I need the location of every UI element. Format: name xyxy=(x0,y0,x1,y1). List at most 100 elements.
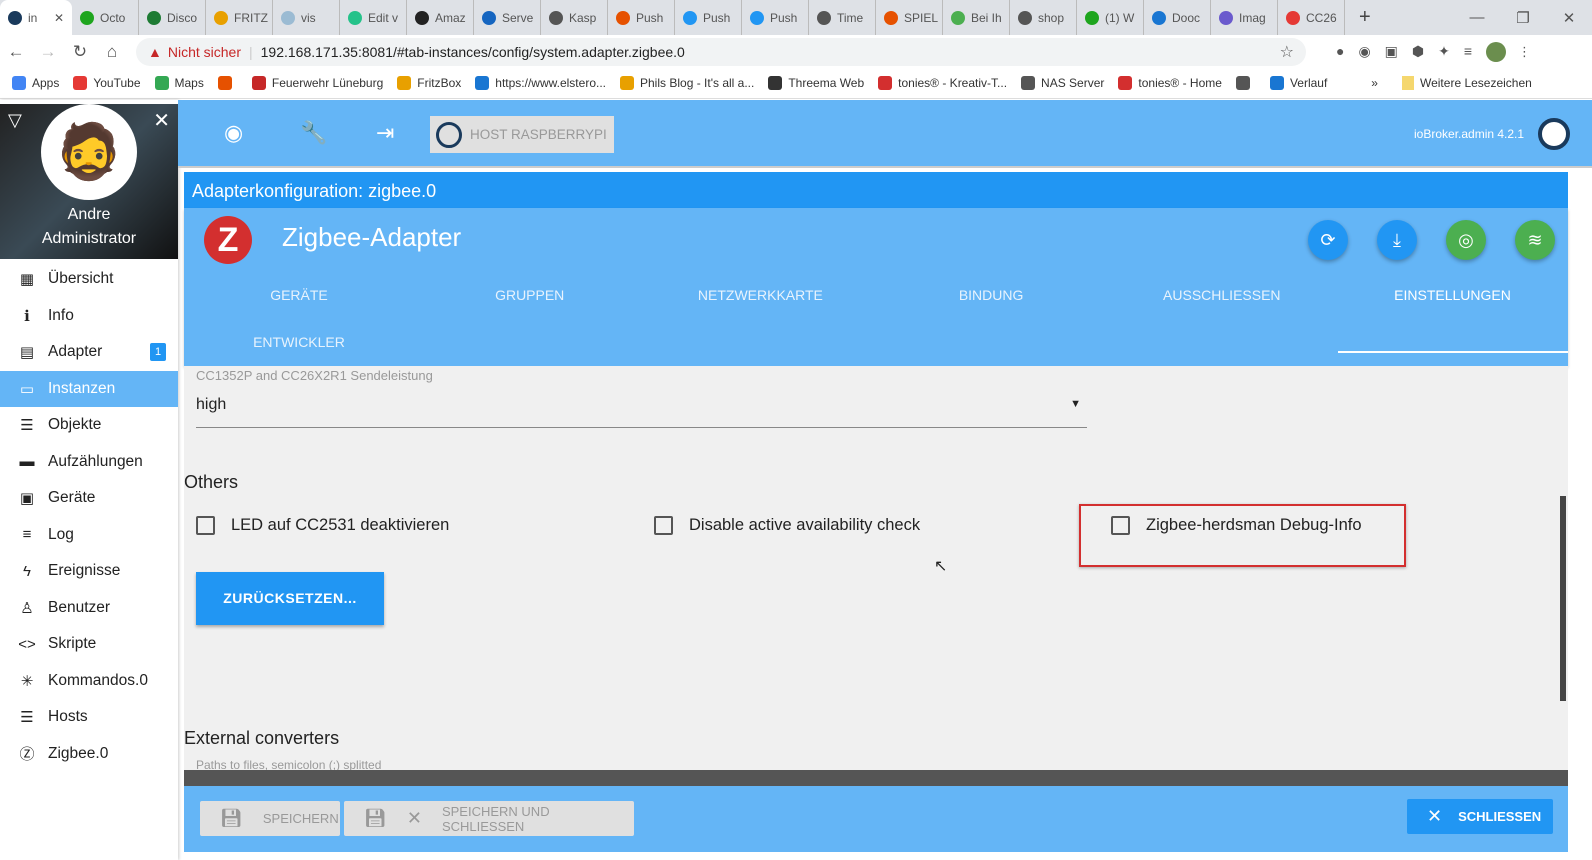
checkbox-availability[interactable]: Disable active availability check xyxy=(654,516,920,535)
scrollbar[interactable] xyxy=(1558,366,1568,770)
power-select[interactable]: high ▼ xyxy=(196,390,1087,428)
browser-tab[interactable]: Bei Ih xyxy=(943,0,1010,35)
close-button[interactable]: ✕ SCHLIESSEN xyxy=(1407,799,1553,834)
sidebar-item-label: Hosts xyxy=(48,708,88,726)
tab-entwickler[interactable]: ENTWICKLER xyxy=(184,334,414,350)
browser-tab[interactable]: vis xyxy=(273,0,340,35)
browser-tab[interactable]: Time xyxy=(809,0,876,35)
favicon-icon xyxy=(214,10,228,25)
sidebar-item-skripte[interactable]: <> Skripte xyxy=(0,626,178,663)
url-field[interactable]: ▲ Nicht sicher | 192.168.171.35:8081/#ta… xyxy=(136,37,1306,66)
browser-tab[interactable]: Edit v xyxy=(340,0,407,35)
browser-tab[interactable]: FRITZ xyxy=(206,0,273,35)
reload-icon[interactable]: ↻ xyxy=(64,42,96,62)
favicon-icon xyxy=(1286,10,1300,25)
bookmark-item[interactable]: tonies® - Home xyxy=(1118,76,1222,90)
browser-tab[interactable]: Dooc xyxy=(1144,0,1211,35)
pairing-button[interactable]: ◎ xyxy=(1446,220,1486,260)
reset-button[interactable]: ZURÜCKSETZEN... xyxy=(196,572,384,625)
eye-icon[interactable]: ◉ xyxy=(224,120,243,146)
browser-tab[interactable]: Amaz xyxy=(407,0,474,35)
checkbox-icon xyxy=(196,516,215,535)
tab-geräte[interactable]: GERÄTE xyxy=(184,287,414,303)
bookmark-item[interactable]: Threema Web xyxy=(768,76,864,90)
home-icon[interactable]: ⌂ xyxy=(96,42,128,62)
favicon-icon xyxy=(482,10,496,25)
minimize-icon[interactable]: — xyxy=(1454,9,1500,26)
bookmark-item[interactable] xyxy=(217,76,238,90)
window-close-icon[interactable]: ✕ xyxy=(1546,9,1592,27)
save-close-button[interactable]: 💾︎ ✕ SPEICHERN UND SCHLIESSEN xyxy=(344,801,634,836)
sidebar-item-adapter[interactable]: ▤ Adapter 1 xyxy=(0,334,178,371)
tab-bindung[interactable]: BINDUNG xyxy=(876,287,1106,303)
checkbox-led[interactable]: LED auf CC2531 deaktivieren xyxy=(196,516,449,535)
sidebar-item-ereignisse[interactable]: ϟ Ereignisse xyxy=(0,553,178,590)
sidebar-item-ger-te[interactable]: ▣ Geräte xyxy=(0,480,178,517)
browser-tab[interactable]: in ✕ xyxy=(0,0,72,35)
browser-tab[interactable]: SPIEL xyxy=(876,0,943,35)
sidebar-item-hosts[interactable]: ☰ Hosts xyxy=(0,699,178,736)
host-button[interactable]: HOST RASPBERRYPI xyxy=(430,116,614,153)
profile-avatar[interactable] xyxy=(1486,41,1507,62)
browser-tab[interactable]: Push xyxy=(742,0,809,35)
dropdown-arrow-icon: ▼ xyxy=(1070,398,1081,410)
sidebar-item-benutzer[interactable]: ♙ Benutzer xyxy=(0,590,178,627)
horizontal-scrollbar[interactable] xyxy=(184,770,1568,786)
browser-tab[interactable]: Kasp xyxy=(541,0,608,35)
sidebar-item--bersicht[interactable]: ▦ Übersicht xyxy=(0,261,178,298)
sidebar-item-label: Übersicht xyxy=(48,270,114,288)
browser-tab[interactable]: Octo xyxy=(72,0,139,35)
browser-tab[interactable]: Imag xyxy=(1211,0,1278,35)
browser-tab[interactable]: shop xyxy=(1010,0,1077,35)
sidebar-item-zigbee-0[interactable]: Ⓩ Zigbee.0 xyxy=(0,736,178,773)
restore-icon[interactable]: ❐ xyxy=(1500,9,1546,27)
tab-einstellungen[interactable]: EINSTELLUNGEN xyxy=(1338,287,1568,303)
browser-tab[interactable]: Disco xyxy=(139,0,206,35)
bookmark-item[interactable] xyxy=(1235,76,1256,90)
bookmark-item[interactable]: Maps xyxy=(154,76,204,90)
browser-tab[interactable]: Push xyxy=(608,0,675,35)
sidebar-item-instanzen[interactable]: ▭ Instanzen xyxy=(0,370,178,407)
bookmark-item[interactable]: tonies® - Kreativ-T... xyxy=(878,76,1007,90)
forward-icon[interactable]: → xyxy=(32,42,64,62)
refresh-button[interactable]: ⟳ xyxy=(1308,220,1348,260)
sidebar-item-info[interactable]: ℹ Info xyxy=(0,298,178,335)
signal-button[interactable]: ≋ xyxy=(1515,220,1555,260)
tab-ausschliessen[interactable]: AUSSCHLIESSEN xyxy=(1107,287,1337,303)
new-tab-button[interactable]: + xyxy=(1359,6,1371,29)
other-bookmarks[interactable]: Weitere Lesezeichen xyxy=(1401,76,1532,90)
browser-tab[interactable]: Push xyxy=(675,0,742,35)
download-button[interactable]: ⤓ xyxy=(1377,220,1417,260)
bookmark-item[interactable]: Apps xyxy=(12,76,59,90)
save-button[interactable]: 💾︎ SPEICHERN xyxy=(200,801,340,836)
bookmark-item[interactable]: Verlauf xyxy=(1269,76,1327,90)
sidebar-item-kommandos-0[interactable]: ✳ Kommandos.0 xyxy=(0,663,178,700)
menu-icon[interactable]: ⋮ xyxy=(1518,44,1531,60)
sidebar-item-objekte[interactable]: ☰ Objekte xyxy=(0,407,178,444)
star-icon[interactable]: ☆ xyxy=(1280,42,1294,62)
log-icon: ≡ xyxy=(22,526,32,544)
bookmark-item[interactable]: FritzBox xyxy=(397,76,461,90)
back-icon[interactable]: ← xyxy=(0,42,32,62)
sidebar-item-aufz-hlungen[interactable]: ▬ Aufzählungen xyxy=(0,444,178,481)
logout-icon[interactable]: ⇥ xyxy=(376,120,394,146)
tab-netzwerkkarte[interactable]: NETZWERKKARTE xyxy=(645,287,875,303)
checkbox-debug[interactable]: Zigbee-herdsman Debug-Info xyxy=(1111,516,1362,535)
menu-toggle-icon[interactable]: ▽ xyxy=(8,110,22,131)
code-icon: <> xyxy=(18,635,36,653)
sidebar-item-log[interactable]: ≡ Log xyxy=(0,517,178,554)
bookmark-item[interactable]: Feuerwehr Lüneburg xyxy=(251,76,383,90)
bookmark-item[interactable]: Phils Blog - It's all a... xyxy=(620,76,754,90)
close-icon[interactable]: ✕ xyxy=(153,108,170,133)
bookmarks-more[interactable]: » xyxy=(1371,76,1378,90)
bookmark-item[interactable]: YouTube xyxy=(73,76,141,90)
wrench-icon[interactable]: 🔧 xyxy=(300,120,327,146)
extensions-icon[interactable]: ●◉▣⬢✦≡ xyxy=(1336,43,1486,60)
browser-tab[interactable]: (1) W xyxy=(1077,0,1144,35)
browser-tab[interactable]: CC26 xyxy=(1278,0,1345,35)
bookmark-item[interactable]: NAS Server xyxy=(1021,76,1104,90)
tab-close-icon[interactable]: ✕ xyxy=(54,11,64,25)
browser-tab[interactable]: Serve xyxy=(474,0,541,35)
bookmark-item[interactable]: https://www.elstero... xyxy=(475,76,606,90)
tab-gruppen[interactable]: GRUPPEN xyxy=(415,287,645,303)
